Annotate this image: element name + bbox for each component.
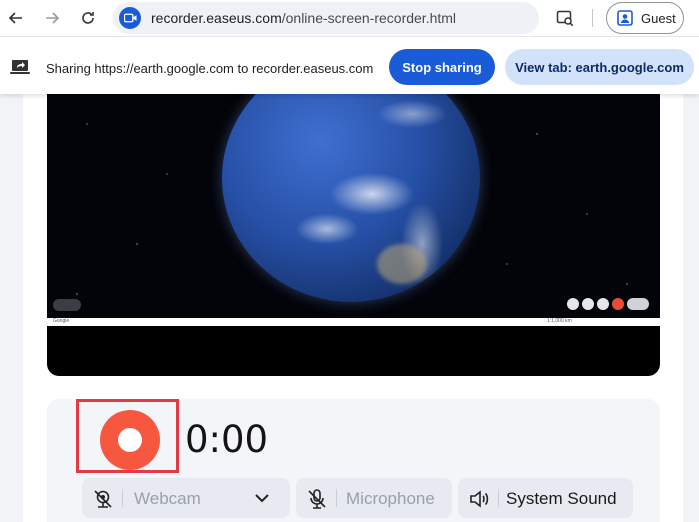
chevron-down-icon <box>255 494 269 503</box>
shared-tab-frame: Google 1:1,000 km <box>47 94 660 326</box>
screen-sharing-bar: Sharing https://earth.google.com to reco… <box>0 36 699 94</box>
webcam-off-icon <box>94 490 112 508</box>
back-button[interactable] <box>4 6 28 30</box>
earth-status-right: 1:1,000 km <box>547 318 572 324</box>
earth-control-dot <box>597 298 609 310</box>
view-tab-button[interactable]: View tab: earth.google.com <box>505 49 694 85</box>
earth-globe-image <box>222 94 480 302</box>
microphone-label: Microphone <box>346 489 435 508</box>
profile-label: Guest <box>641 11 676 26</box>
speaker-icon <box>470 490 489 508</box>
person-icon <box>617 10 633 26</box>
earth-status-bar: Google 1:1,000 km <box>47 318 660 326</box>
forward-button[interactable] <box>40 6 64 30</box>
reload-button[interactable] <box>76 6 100 30</box>
reload-icon <box>82 12 94 24</box>
earth-toolbar-left <box>53 299 81 311</box>
earth-landmass <box>377 244 427 284</box>
webcam-label: Webcam <box>134 489 201 508</box>
webcam-select[interactable]: Webcam <box>82 478 290 518</box>
earth-map-controls <box>567 298 649 312</box>
earth-control-dot <box>567 298 579 310</box>
record-button-highlight <box>76 399 179 473</box>
back-arrow-icon <box>8 12 22 24</box>
url-host: recorder.easeus.com <box>151 10 282 26</box>
browser-toolbar: recorder.easeus.com/online-screen-record… <box>0 0 699 36</box>
page-search-button[interactable] <box>553 6 577 30</box>
system-sound-label: System Sound <box>506 489 617 508</box>
url-text: recorder.easeus.com/online-screen-record… <box>151 10 456 26</box>
stop-sharing-button[interactable]: Stop sharing <box>389 49 495 85</box>
video-site-icon <box>119 7 141 29</box>
system-sound-toggle[interactable]: System Sound <box>458 478 633 518</box>
pill-separator <box>498 489 499 507</box>
address-bar[interactable]: recorder.easeus.com/online-screen-record… <box>113 2 539 34</box>
url-path: /online-screen-recorder.html <box>281 10 457 26</box>
sharing-message: Sharing https://earth.google.com to reco… <box>46 61 374 76</box>
recording-timer: 0:00 <box>185 418 269 461</box>
earth-status-left: Google <box>53 318 70 324</box>
earth-zoom-control <box>627 298 649 310</box>
earth-control-dot <box>612 298 624 310</box>
microphone-off-icon <box>308 489 326 509</box>
screen-share-icon <box>10 60 30 74</box>
profile-button[interactable]: Guest <box>606 2 684 34</box>
pill-separator <box>122 489 123 507</box>
pill-separator <box>336 489 337 507</box>
microphone-toggle[interactable]: Microphone <box>296 478 452 518</box>
page-search-icon <box>556 10 574 27</box>
forward-arrow-icon <box>46 12 60 24</box>
toolbar-separator <box>592 9 593 27</box>
earth-control-dot <box>582 298 594 310</box>
recording-preview: Google 1:1,000 km <box>47 94 660 376</box>
